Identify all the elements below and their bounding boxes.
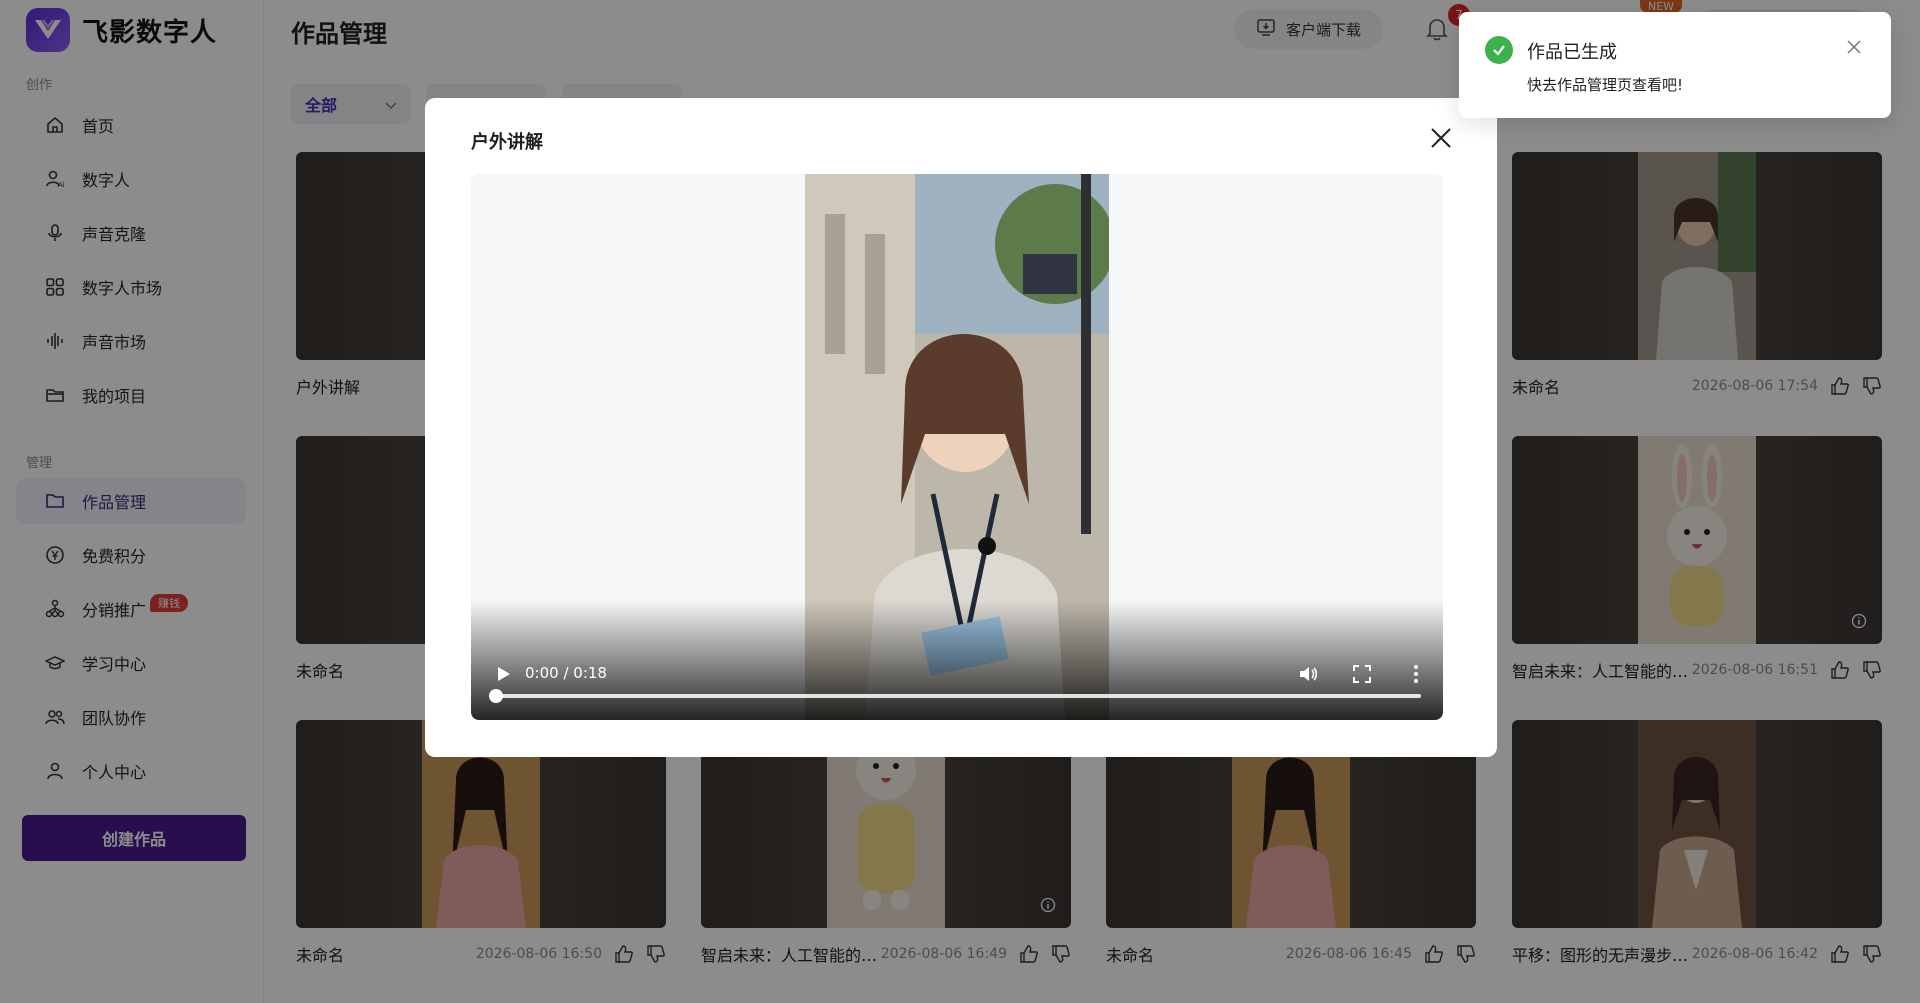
play-icon[interactable] <box>493 664 513 684</box>
video-controls-shade <box>471 600 1443 720</box>
modal-title: 户外讲解 <box>471 132 543 153</box>
toast-message: 快去作品管理页查看吧! <box>1527 76 1684 94</box>
progress-knob[interactable] <box>489 689 503 703</box>
notification-toast: 作品已生成 快去作品管理页查看吧! <box>1459 12 1891 118</box>
more-options-icon[interactable] <box>1405 663 1427 685</box>
check-circle-icon <box>1485 36 1513 64</box>
video-time: 0:00 / 0:18 <box>525 664 607 682</box>
close-icon[interactable] <box>1427 124 1455 152</box>
video-player[interactable]: 0:00 / 0:18 <box>471 174 1443 720</box>
close-icon[interactable] <box>1845 38 1863 56</box>
fullscreen-icon[interactable] <box>1351 663 1373 685</box>
volume-icon[interactable] <box>1297 663 1319 685</box>
video-progress-bar[interactable] <box>489 689 1421 703</box>
video-preview-modal: 户外讲解 0:00 / 0:18 <box>425 98 1497 757</box>
toast-title: 作品已生成 <box>1527 42 1617 63</box>
